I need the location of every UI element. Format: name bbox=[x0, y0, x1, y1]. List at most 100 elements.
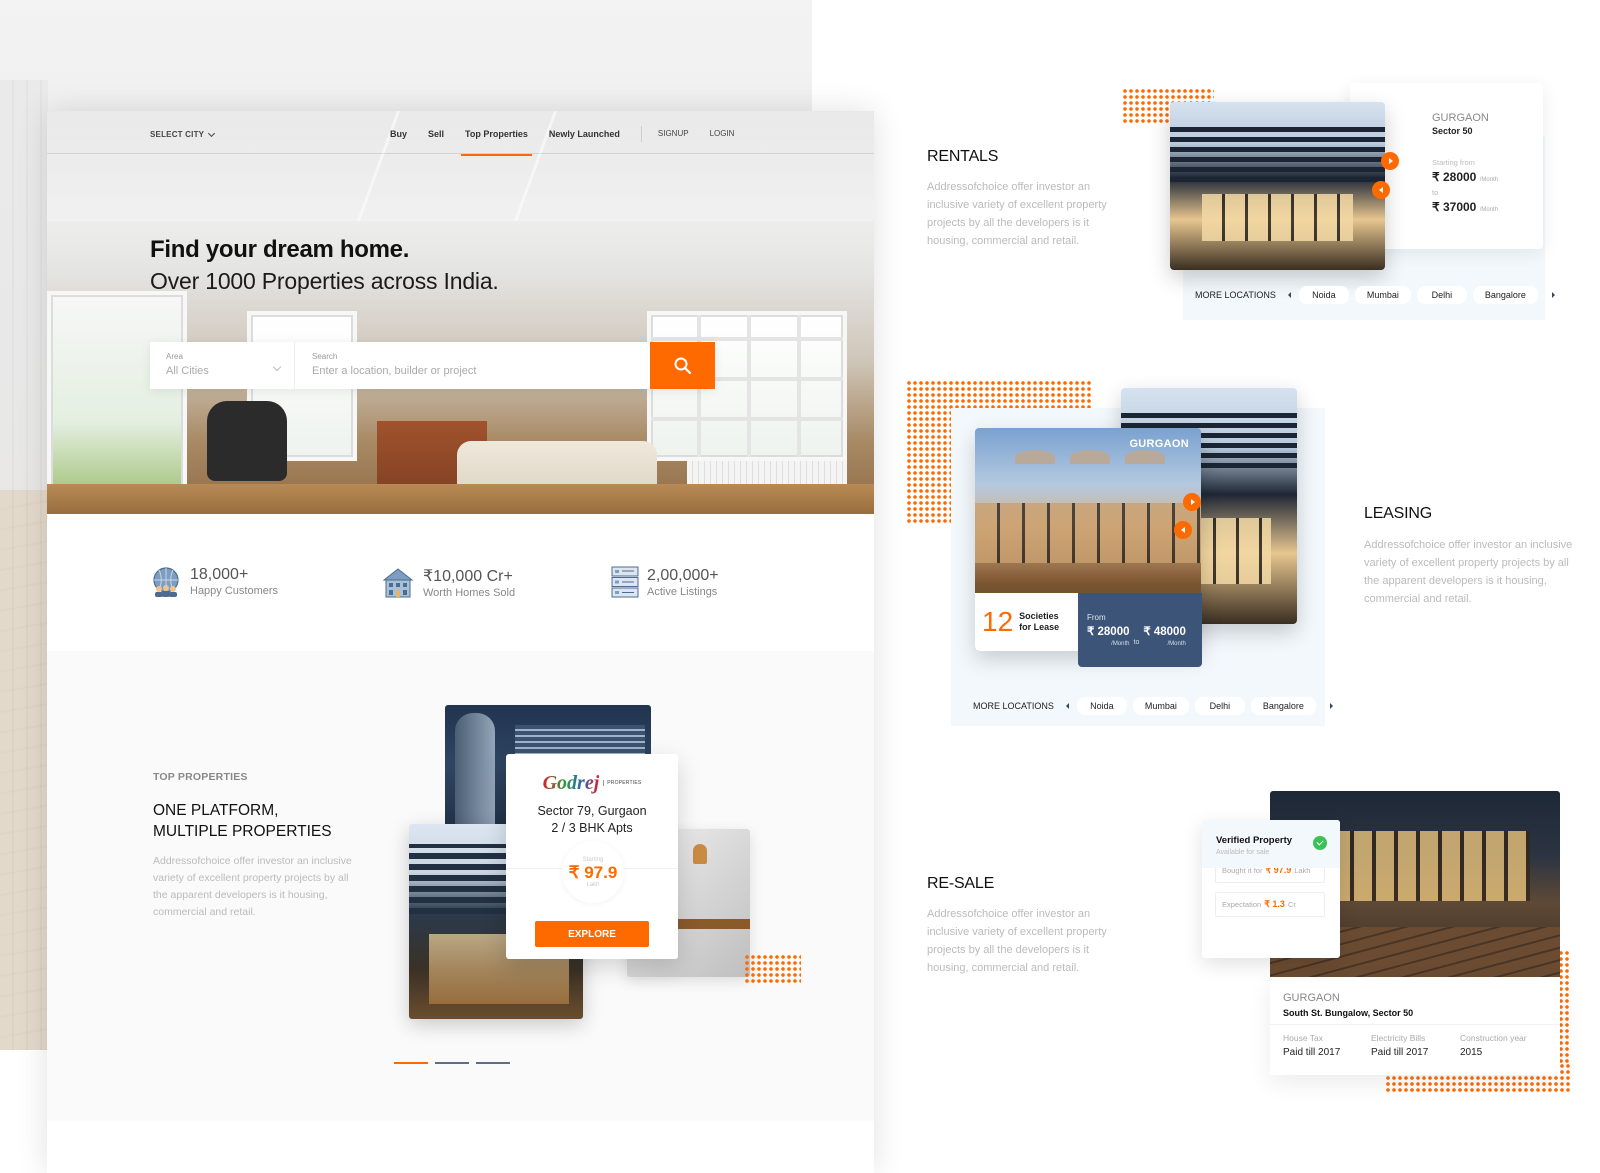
next-arrow-button[interactable] bbox=[1183, 493, 1201, 511]
location-chip[interactable]: Noida bbox=[1298, 286, 1349, 304]
detail-electricity: Electricity Bills Paid till 2017 bbox=[1371, 1033, 1428, 1058]
explore-button[interactable]: EXPLORE bbox=[535, 921, 649, 947]
search-label: Search bbox=[312, 352, 338, 361]
stats-section: 18,000+ Happy Customers ₹10,000 Cr+ Wort… bbox=[47, 514, 874, 651]
top-properties-section: TOP PROPERTIES ONE PLATFORM, MULTIPLE PR… bbox=[47, 651, 874, 1121]
nav-link-buy[interactable]: Buy bbox=[390, 129, 407, 142]
property-location: Sector 79, Gurgaon bbox=[537, 804, 647, 818]
resale-description: Addressofchoice offer investor an inclus… bbox=[927, 908, 1107, 974]
leasing-price-box: From ₹ 28000/Month to ₹ 48000/Month bbox=[1078, 593, 1202, 667]
location-chip[interactable]: Mumbai bbox=[1354, 286, 1411, 304]
section-description: Addressofchoice offer investor an inclus… bbox=[153, 855, 352, 918]
rental-image bbox=[1170, 102, 1385, 270]
hero-title: Find your dream home. bbox=[150, 236, 410, 263]
societies-count: 12 Societies for Lease bbox=[975, 593, 1078, 651]
per-month: /Month bbox=[1479, 177, 1499, 183]
detail-value: Paid till 2017 bbox=[1283, 1047, 1341, 1058]
stat-value: 18,000+ bbox=[190, 566, 249, 583]
price-to-value: ₹ 48000 bbox=[1143, 626, 1186, 638]
expectation-unit: Cr bbox=[1287, 900, 1296, 909]
hero-subtitle: Over 1000 Properties across India. bbox=[150, 268, 499, 294]
heading-line: ONE PLATFORM, bbox=[153, 802, 279, 819]
pager-dot[interactable] bbox=[394, 1062, 428, 1064]
listings-icon bbox=[611, 566, 639, 598]
brand-name: Godrej bbox=[542, 771, 600, 794]
price-from-value: ₹ 28000 bbox=[1087, 626, 1130, 638]
stat-value: ₹10,000 Cr+ bbox=[423, 568, 513, 585]
location-chip[interactable]: Bangalore bbox=[1472, 286, 1538, 304]
starting-from-label: Starting from bbox=[1432, 158, 1475, 167]
heading-line: MULTIPLE PROPERTIES bbox=[153, 823, 332, 840]
hero-section: SELECT CITY Buy Sell Top Properties Newl… bbox=[47, 111, 874, 514]
price-value: ₹ 97.9 bbox=[568, 862, 618, 882]
locations-prev-icon[interactable] bbox=[1065, 703, 1069, 709]
property-config: 2 / 3 BHK Apts bbox=[551, 821, 633, 835]
detail-value: Paid till 2017 bbox=[1371, 1047, 1429, 1058]
location-chip[interactable]: Delhi bbox=[1194, 697, 1245, 715]
rentals-title: RENTALS bbox=[927, 148, 999, 165]
expectation-value: ₹ 1.3 bbox=[1264, 899, 1285, 909]
rental-city: GURGAON bbox=[1432, 112, 1489, 124]
pager-dot[interactable] bbox=[476, 1062, 510, 1064]
property-card: Godrej PROPERTIES Sector 79, Gurgaon 2 /… bbox=[506, 754, 678, 959]
select-city-label: SELECT CITY bbox=[150, 130, 205, 139]
detail-house-tax: House Tax Paid till 2017 bbox=[1283, 1033, 1340, 1058]
carousel-pager bbox=[394, 1062, 510, 1064]
count-label: Societies bbox=[1019, 611, 1059, 621]
signup-link[interactable]: SIGNUP bbox=[658, 129, 689, 142]
resale-city: GURGAON bbox=[1283, 992, 1340, 1004]
more-locations-label: MORE LOCATIONS bbox=[1195, 290, 1276, 300]
to-label: to bbox=[1432, 188, 1439, 197]
nav-link-top-properties[interactable]: Top Properties bbox=[461, 129, 532, 156]
area-select[interactable]: Area All Cities bbox=[150, 342, 295, 389]
select-city-dropdown[interactable]: SELECT CITY bbox=[150, 129, 216, 139]
price-from-value: ₹ 28000 bbox=[1432, 170, 1477, 184]
search-bar: Area All Cities Search bbox=[150, 342, 715, 389]
resale-title: RE-SALE bbox=[927, 875, 995, 892]
per-month: /Month bbox=[1479, 207, 1499, 213]
next-arrow-button[interactable] bbox=[1381, 152, 1399, 170]
locations-prev-icon[interactable] bbox=[1287, 292, 1291, 298]
price-unit: Lakh bbox=[586, 881, 600, 888]
location-chip[interactable]: Mumbai bbox=[1132, 697, 1189, 715]
more-locations-label: MORE LOCATIONS bbox=[973, 701, 1054, 711]
from-label: From bbox=[1087, 613, 1106, 622]
stat-caption: Worth Homes Sold bbox=[423, 587, 516, 599]
detail-value: 2015 bbox=[1460, 1047, 1483, 1058]
leasing-city: GURGAON bbox=[1129, 438, 1189, 450]
price-to-value: ₹ 37000 bbox=[1432, 200, 1477, 214]
stat-listings: 2,00,000+ Active Listings bbox=[611, 566, 719, 598]
search-button[interactable] bbox=[650, 342, 715, 389]
expectation-box: Expectation ₹ 1.3 Cr bbox=[1215, 892, 1325, 917]
nav-link-newly-launched[interactable]: Newly Launched bbox=[549, 129, 620, 142]
stat-homes-sold: ₹10,000 Cr+ Worth Homes Sold bbox=[381, 566, 515, 599]
verified-property-card: Verified Property Available for sale Bou… bbox=[1202, 820, 1340, 958]
prev-arrow-button[interactable] bbox=[1372, 181, 1390, 199]
prev-arrow-button[interactable] bbox=[1174, 521, 1192, 539]
login-link[interactable]: LOGIN bbox=[710, 129, 735, 142]
building-icon bbox=[382, 567, 414, 597]
location-chip[interactable]: Noida bbox=[1076, 697, 1127, 715]
search-input[interactable] bbox=[312, 365, 633, 377]
nav-link-sell[interactable]: Sell bbox=[428, 129, 444, 142]
detail-construction-year: Construction year 2015 bbox=[1460, 1033, 1527, 1058]
pager-dot[interactable] bbox=[435, 1062, 469, 1064]
locations-next-icon[interactable] bbox=[1329, 703, 1333, 709]
verified-subtitle: Available for sale bbox=[1216, 849, 1270, 856]
to-label: to bbox=[1133, 639, 1140, 646]
detail-label: House Tax bbox=[1283, 1033, 1324, 1043]
location-chip[interactable]: Bangalore bbox=[1250, 697, 1316, 715]
dot-pattern bbox=[744, 954, 801, 984]
count-label: for Lease bbox=[1019, 622, 1060, 632]
detail-label: Construction year bbox=[1460, 1033, 1527, 1043]
globe-people-icon bbox=[153, 566, 179, 597]
per-month: /Month bbox=[1111, 641, 1130, 647]
expectation-label: Expectation bbox=[1222, 900, 1262, 909]
resale-property-name: South St. Bungalow, Sector 50 bbox=[1283, 1008, 1414, 1018]
location-chip[interactable]: Delhi bbox=[1416, 286, 1467, 304]
stat-caption: Active Listings bbox=[647, 585, 718, 598]
check-circle-icon bbox=[1313, 836, 1327, 850]
stat-value: 2,00,000+ bbox=[647, 566, 719, 584]
stat-caption: Happy Customers bbox=[190, 585, 279, 597]
locations-next-icon[interactable] bbox=[1551, 292, 1555, 298]
